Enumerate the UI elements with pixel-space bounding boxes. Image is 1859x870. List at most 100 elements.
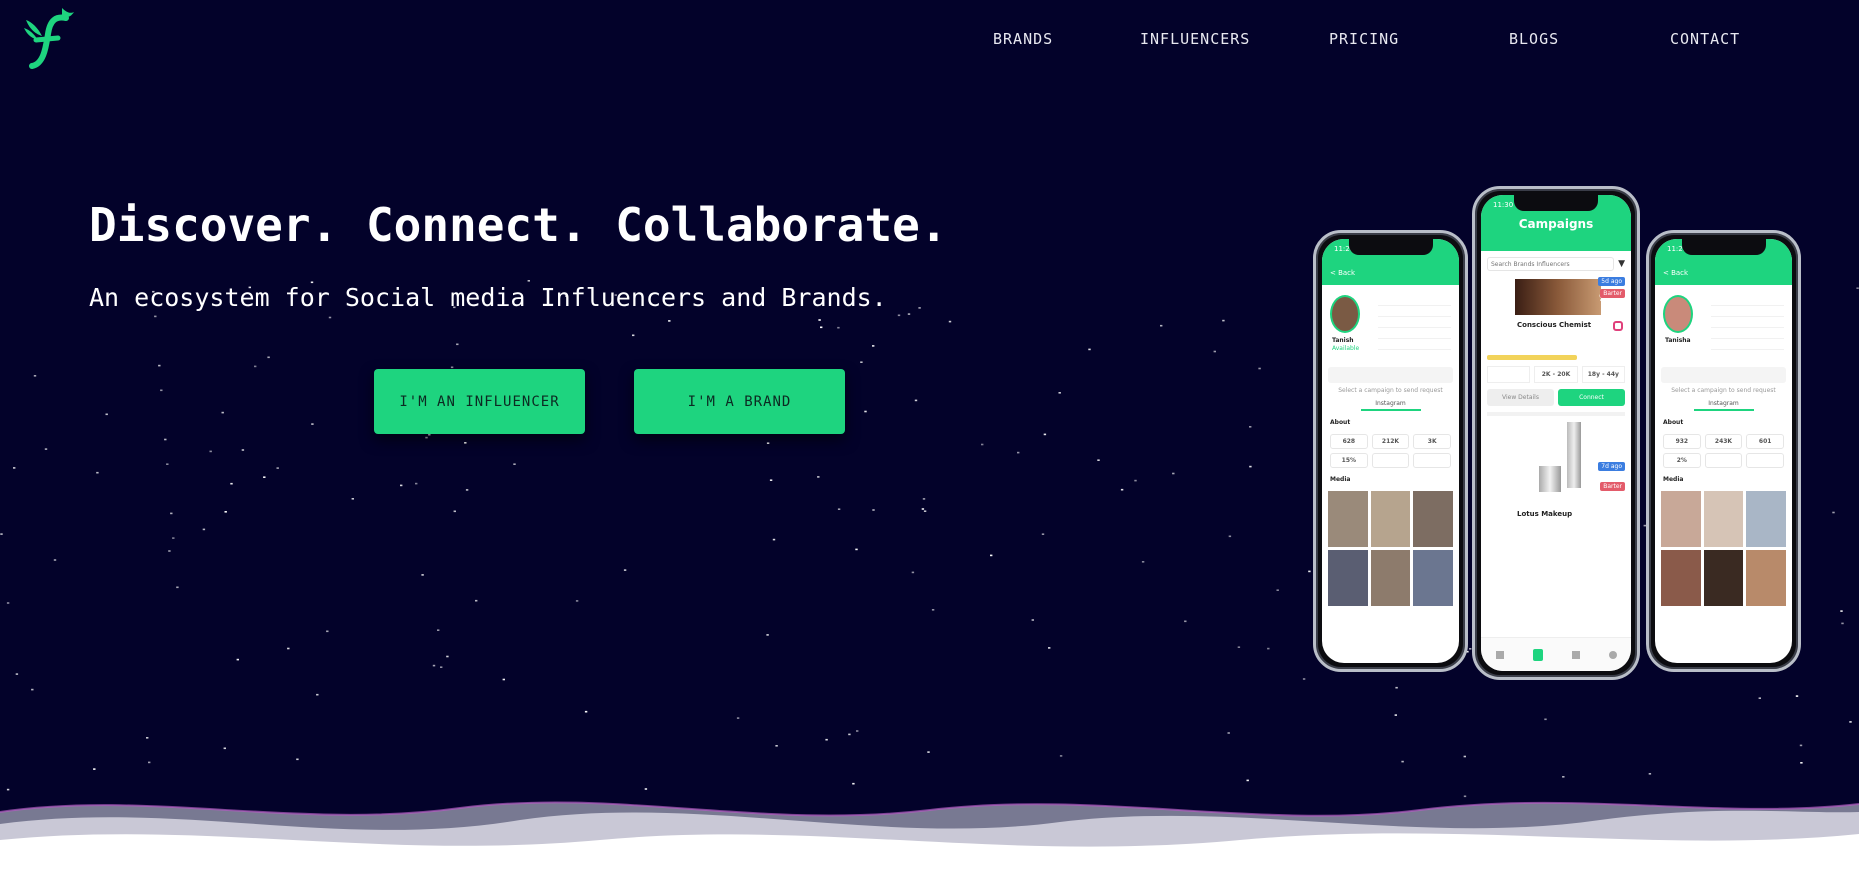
star	[263, 476, 266, 478]
star	[1031, 619, 1034, 621]
star	[230, 482, 233, 485]
brand-cta-button[interactable]: I'M A BRAND	[634, 369, 845, 434]
star	[923, 510, 927, 512]
connect-button[interactable]: Connect	[1558, 389, 1625, 406]
instagram-tab: Instagram	[1693, 400, 1754, 411]
star	[1120, 488, 1124, 491]
star	[437, 629, 440, 631]
about-heading: About	[1330, 419, 1351, 426]
star	[311, 423, 314, 425]
star	[864, 410, 867, 413]
star	[1017, 451, 1020, 454]
star	[736, 717, 740, 719]
star	[105, 413, 108, 416]
star	[772, 538, 776, 541]
star	[818, 319, 821, 321]
campaigns-title: Campaigns	[1518, 217, 1594, 231]
campaign-prompt: Select a campaign to send request	[1338, 387, 1443, 394]
star	[176, 586, 179, 589]
star	[1048, 647, 1051, 649]
star	[575, 600, 579, 602]
star	[907, 313, 911, 315]
star	[1795, 695, 1799, 697]
star	[911, 571, 915, 574]
star	[1228, 535, 1232, 538]
back-link: < Back	[1663, 269, 1689, 277]
star	[464, 442, 467, 444]
star	[1758, 697, 1761, 699]
nav-influencers[interactable]: INFLUENCERS	[1140, 30, 1250, 48]
star	[914, 399, 918, 402]
bottom-tab-bar	[1481, 637, 1631, 671]
star	[1395, 686, 1398, 689]
star	[53, 559, 57, 561]
influencer-cta-button[interactable]: I'M AN INFLUENCER	[374, 369, 585, 434]
campaign-brand-name: Lotus Makeup	[1517, 510, 1573, 518]
chat-icon[interactable]	[1571, 650, 1580, 659]
nav-contact[interactable]: CONTACT	[1670, 30, 1740, 48]
star	[440, 666, 443, 668]
star	[584, 710, 588, 713]
nav-brands[interactable]: BRANDS	[993, 30, 1053, 48]
star	[1134, 479, 1137, 482]
campaign-image	[1515, 279, 1601, 315]
star	[1058, 392, 1061, 394]
nav-pricing[interactable]: PRICING	[1329, 30, 1399, 48]
status-time: 11:30	[1493, 201, 1514, 209]
hero-title: Discover. Connect. Collaborate.	[89, 198, 948, 252]
star	[766, 634, 769, 636]
star	[981, 443, 984, 446]
star	[96, 471, 99, 474]
filter-icon[interactable]: ▼	[1618, 259, 1625, 269]
stat-posts: 628	[1330, 434, 1368, 449]
app-phone-mockups: 11:28 < Back Tanish Available Select a c…	[1310, 186, 1805, 686]
age-range: 18y - 44y	[1581, 366, 1625, 383]
star	[860, 361, 863, 363]
star	[168, 550, 171, 552]
stat-followers: 243K	[1704, 434, 1743, 449]
campaign-prompt: Select a campaign to send request	[1671, 387, 1776, 394]
star	[837, 508, 841, 510]
star	[1648, 773, 1652, 775]
star	[1276, 589, 1279, 591]
view-details-button[interactable]: View Details	[1487, 389, 1554, 406]
campaign-search-input[interactable]	[1487, 257, 1615, 271]
profile-name: Tanish	[1332, 337, 1354, 344]
phone-mockup-influencer-profile: 11:28 < Back Tanish Available Select a c…	[1313, 230, 1468, 672]
nav-blogs[interactable]: BLOGS	[1509, 30, 1559, 48]
star	[1213, 350, 1216, 353]
star	[221, 411, 224, 414]
star	[1840, 610, 1843, 612]
profile-icon[interactable]	[1608, 650, 1617, 659]
star	[415, 482, 418, 485]
campaigns-icon[interactable]	[1532, 648, 1543, 661]
top-navigation: BRANDS INFLUENCERS PRICING BLOGS CONTACT	[0, 30, 1859, 50]
star	[254, 365, 257, 368]
star	[1043, 433, 1047, 436]
star	[848, 733, 851, 736]
media-grid	[1661, 491, 1786, 606]
home-icon[interactable]	[1495, 650, 1504, 659]
star	[1394, 714, 1397, 716]
campaign-time-badge: 7d ago	[1598, 462, 1625, 471]
about-heading: About	[1663, 419, 1684, 426]
lipstick-image	[1567, 422, 1581, 488]
stat-following: 601	[1746, 434, 1785, 449]
star	[990, 554, 993, 557]
star	[1799, 744, 1803, 747]
profile-status: Available	[1332, 345, 1360, 352]
star	[632, 334, 635, 337]
star	[276, 467, 279, 469]
star	[872, 345, 875, 347]
star	[160, 389, 163, 392]
star	[897, 314, 901, 317]
star	[326, 630, 329, 633]
star	[1184, 620, 1187, 623]
star	[287, 647, 290, 650]
star	[927, 751, 930, 753]
star	[855, 548, 858, 551]
star	[766, 442, 770, 444]
star	[1172, 472, 1175, 475]
star	[948, 320, 952, 323]
star	[623, 569, 627, 571]
